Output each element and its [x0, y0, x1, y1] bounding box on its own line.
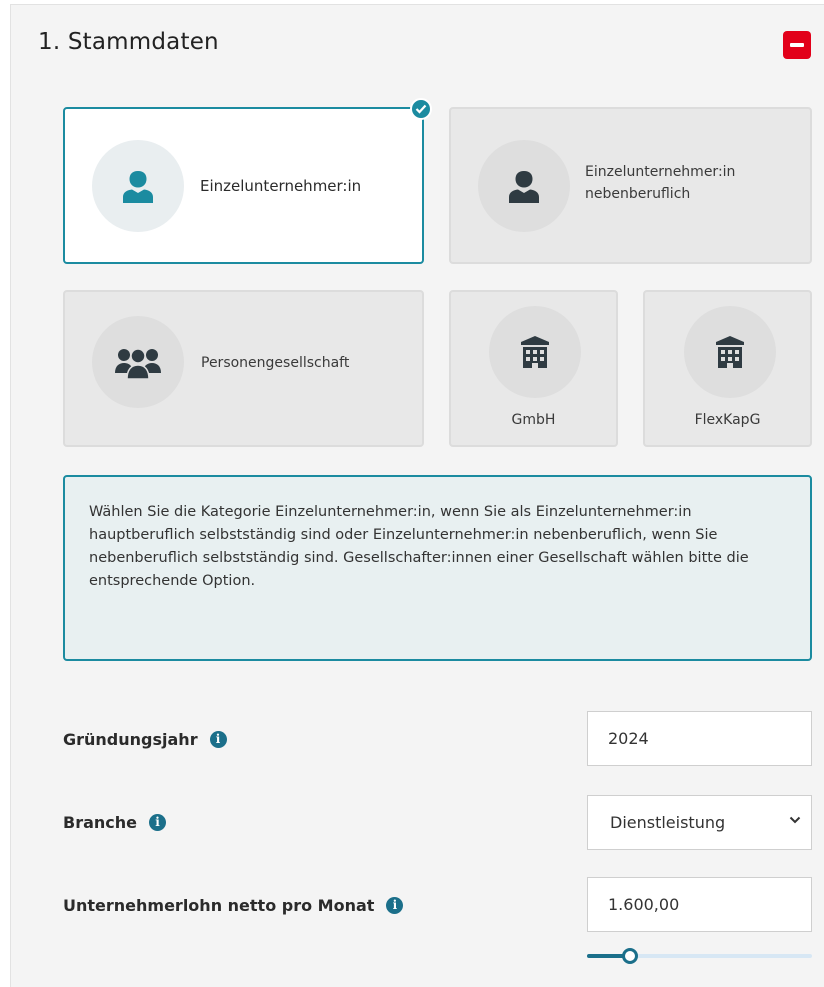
info-icon[interactable]: i: [386, 897, 404, 914]
card-label: GmbH: [511, 412, 556, 428]
gruendungsjahr-input[interactable]: 2024: [587, 711, 812, 766]
gruendungsjahr-label: Gründungsjahr: [63, 730, 198, 749]
checkmark-icon: [410, 98, 432, 120]
branche-select[interactable]: Dienstleistung: [587, 795, 812, 850]
slider-thumb[interactable]: [621, 948, 638, 964]
collapse-button[interactable]: [783, 31, 811, 59]
branche-label-row: Branche i: [63, 813, 166, 832]
card-label: Personengesellschaft: [201, 355, 350, 371]
branche-selected-value: Dienstleistung: [610, 813, 726, 832]
category-info-text: Wählen Sie die Kategorie Einzelunternehm…: [89, 504, 749, 589]
gruendungsjahr-value: 2024: [608, 729, 649, 748]
group-icon: [115, 348, 161, 379]
building-icon: [716, 336, 744, 368]
category-card-einzelunternehmer[interactable]: Einzelunternehmer:in: [63, 107, 424, 264]
card-label: Einzelunternehmer:in: [200, 177, 362, 195]
avatar-circle: [684, 306, 776, 398]
unternehmerlohn-label: Unternehmerlohn netto pro Monat: [63, 896, 375, 915]
gruendungsjahr-label-row: Gründungsjahr i: [63, 730, 227, 749]
building-icon: [521, 336, 549, 368]
section-title: 1. Stammdaten: [38, 29, 219, 55]
person-icon: [123, 171, 153, 203]
avatar-circle: [92, 140, 184, 232]
unternehmerlohn-value: 1.600,00: [608, 895, 680, 914]
info-icon[interactable]: i: [149, 814, 166, 831]
card-label: FlexKapG: [694, 412, 761, 428]
avatar-circle: [92, 316, 184, 408]
category-info-box: Wählen Sie die Kategorie Einzelunternehm…: [63, 475, 812, 661]
avatar-circle: [478, 140, 570, 232]
info-icon[interactable]: i: [209, 731, 227, 748]
unternehmerlohn-slider[interactable]: [587, 948, 812, 964]
minus-icon: [790, 43, 804, 47]
branche-label: Branche: [63, 813, 137, 832]
unternehmerlohn-label-row: Unternehmerlohn netto pro Monat i: [63, 896, 404, 915]
person-icon: [509, 171, 539, 203]
chevron-down-icon: [789, 816, 801, 824]
card-label: Einzelunternehmer:in nebenberuflich: [585, 164, 736, 202]
category-card-einzelunternehmer-nebenberuflich[interactable]: Einzelunternehmer:in nebenberuflich: [449, 107, 812, 264]
avatar-circle: [489, 306, 581, 398]
category-card-gmbh[interactable]: GmbH: [449, 290, 618, 447]
unternehmerlohn-input[interactable]: 1.600,00: [587, 877, 812, 932]
category-card-personengesellschaft[interactable]: Personengesellschaft: [63, 290, 424, 447]
category-card-flexkapg[interactable]: FlexKapG: [643, 290, 812, 447]
